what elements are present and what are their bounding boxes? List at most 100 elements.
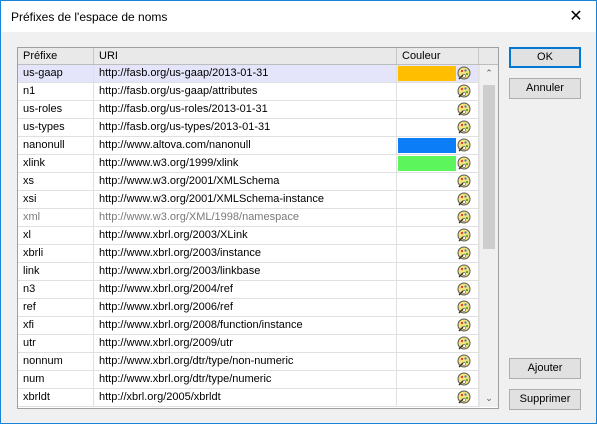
color-picker-icon[interactable] — [457, 300, 472, 315]
uri-cell[interactable]: http://www.xbrl.org/dtr/type/non-numeric — [94, 353, 397, 370]
color-cell[interactable] — [397, 245, 479, 262]
color-picker-icon[interactable] — [457, 372, 472, 387]
cancel-button[interactable]: Annuler — [509, 78, 581, 99]
color-cell[interactable] — [397, 65, 479, 82]
prefix-cell[interactable]: us-types — [18, 119, 94, 136]
color-picker-icon[interactable] — [457, 210, 472, 225]
table-row[interactable]: xlink http://www.w3.org/1999/xlink — [18, 155, 479, 173]
color-picker-icon[interactable] — [457, 102, 472, 117]
uri-cell[interactable]: http://www.xbrl.org/2003/XLink — [94, 227, 397, 244]
color-picker-icon[interactable] — [457, 246, 472, 261]
prefix-cell[interactable]: xs — [18, 173, 94, 190]
color-picker-icon[interactable] — [457, 390, 472, 405]
table-row[interactable]: nonnum http://www.xbrl.org/dtr/type/non-n… — [18, 353, 479, 371]
scrollbar-thumb[interactable] — [483, 85, 495, 249]
table-row[interactable]: xml http://www.w3.org/XML/1998/namespace — [18, 209, 479, 227]
table-row[interactable]: n1 http://fasb.org/us-gaap/attributes — [18, 83, 479, 101]
color-picker-icon[interactable] — [457, 84, 472, 99]
uri-cell[interactable]: http://fasb.org/us-roles/2013-01-31 — [94, 101, 397, 118]
uri-cell[interactable]: http://www.xbrl.org/2004/ref — [94, 281, 397, 298]
prefix-cell[interactable]: us-roles — [18, 101, 94, 118]
color-cell[interactable] — [397, 335, 479, 352]
prefix-cell[interactable]: xfi — [18, 317, 94, 334]
uri-cell[interactable]: http://www.xbrl.org/2003/instance — [94, 245, 397, 262]
column-header-prefix[interactable]: Préfixe — [18, 48, 94, 64]
color-picker-icon[interactable] — [457, 354, 472, 369]
table-row[interactable]: us-roles http://fasb.org/us-roles/2013-01… — [18, 101, 479, 119]
color-cell[interactable] — [397, 155, 479, 172]
uri-cell[interactable]: http://xbrl.org/2005/xbrldt — [94, 389, 397, 406]
prefix-cell[interactable]: num — [18, 371, 94, 388]
color-cell[interactable] — [397, 389, 479, 406]
vertical-scrollbar[interactable]: ⌃ ⌄ — [479, 65, 498, 407]
table-row[interactable]: num http://www.xbrl.org/dtr/type/numeric — [18, 371, 479, 389]
uri-cell[interactable]: http://www.xbrl.org/2006/ref — [94, 299, 397, 316]
color-cell[interactable] — [397, 137, 479, 154]
prefix-cell[interactable]: n3 — [18, 281, 94, 298]
uri-cell[interactable]: http://www.xbrl.org/2009/utr — [94, 335, 397, 352]
table-row[interactable]: xl http://www.xbrl.org/2003/XLink — [18, 227, 479, 245]
color-picker-icon[interactable] — [457, 282, 472, 297]
table-row[interactable]: n3 http://www.xbrl.org/2004/ref — [18, 281, 479, 299]
uri-cell[interactable]: http://www.w3.org/1999/xlink — [94, 155, 397, 172]
prefix-cell[interactable]: xml — [18, 209, 94, 226]
table-row[interactable]: xbrldt http://xbrl.org/2005/xbrldt — [18, 389, 479, 407]
prefix-cell[interactable]: xsi — [18, 191, 94, 208]
table-row[interactable]: xbrli http://www.xbrl.org/2003/instance — [18, 245, 479, 263]
prefix-cell[interactable]: xbrldt — [18, 389, 94, 406]
prefix-cell[interactable]: xlink — [18, 155, 94, 172]
uri-cell[interactable]: http://fasb.org/us-gaap/attributes — [94, 83, 397, 100]
table-row[interactable]: xs http://www.w3.org/2001/XMLSchema — [18, 173, 479, 191]
color-cell[interactable] — [397, 299, 479, 316]
color-picker-icon[interactable] — [457, 228, 472, 243]
prefix-cell[interactable]: nonnum — [18, 353, 94, 370]
color-cell[interactable] — [397, 317, 479, 334]
color-cell[interactable] — [397, 191, 479, 208]
table-row[interactable]: link http://www.xbrl.org/2003/linkbase — [18, 263, 479, 281]
color-cell[interactable] — [397, 227, 479, 244]
uri-cell[interactable]: http://www.w3.org/2001/XMLSchema — [94, 173, 397, 190]
table-row[interactable]: us-types http://fasb.org/us-types/2013-01… — [18, 119, 479, 137]
prefix-cell[interactable]: us-gaap — [18, 65, 94, 82]
prefix-cell[interactable]: xbrli — [18, 245, 94, 262]
close-icon[interactable]: ✕ — [566, 7, 586, 27]
uri-cell[interactable]: http://www.w3.org/XML/1998/namespace — [94, 209, 397, 226]
prefix-cell[interactable]: utr — [18, 335, 94, 352]
color-cell[interactable] — [397, 101, 479, 118]
table-row[interactable]: us-gaap http://fasb.org/us-gaap/2013-01-3… — [18, 65, 479, 83]
chevron-down-icon[interactable]: ⌄ — [480, 390, 498, 407]
prefix-cell[interactable]: link — [18, 263, 94, 280]
uri-cell[interactable]: http://www.xbrl.org/2008/function/instan… — [94, 317, 397, 334]
color-picker-icon[interactable] — [457, 318, 472, 333]
uri-cell[interactable]: http://www.xbrl.org/2003/linkbase — [94, 263, 397, 280]
add-button[interactable]: Ajouter — [509, 358, 581, 379]
color-cell[interactable] — [397, 281, 479, 298]
color-cell[interactable] — [397, 83, 479, 100]
color-picker-icon[interactable] — [457, 264, 472, 279]
color-cell[interactable] — [397, 353, 479, 370]
color-cell[interactable] — [397, 209, 479, 226]
uri-cell[interactable]: http://www.w3.org/2001/XMLSchema-instanc… — [94, 191, 397, 208]
delete-button[interactable]: Supprimer — [509, 389, 581, 410]
column-header-uri[interactable]: URI — [94, 48, 397, 64]
table-row[interactable]: xsi http://www.w3.org/2001/XMLSchema-inst… — [18, 191, 479, 209]
uri-cell[interactable]: http://fasb.org/us-types/2013-01-31 — [94, 119, 397, 136]
table-row[interactable]: ref http://www.xbrl.org/2006/ref — [18, 299, 479, 317]
ok-button[interactable]: OK — [509, 47, 581, 68]
prefix-cell[interactable]: xl — [18, 227, 94, 244]
uri-cell[interactable]: http://www.altova.com/nanonull — [94, 137, 397, 154]
uri-cell[interactable]: http://fasb.org/us-gaap/2013-01-31 — [94, 65, 397, 82]
color-cell[interactable] — [397, 263, 479, 280]
color-cell[interactable] — [397, 371, 479, 388]
color-cell[interactable] — [397, 173, 479, 190]
color-picker-icon[interactable] — [457, 156, 472, 171]
color-picker-icon[interactable] — [457, 192, 472, 207]
color-picker-icon[interactable] — [457, 138, 472, 153]
table-row[interactable]: nanonull http://www.altova.com/nanonull — [18, 137, 479, 155]
color-picker-icon[interactable] — [457, 336, 472, 351]
color-picker-icon[interactable] — [457, 120, 472, 135]
color-picker-icon[interactable] — [457, 174, 472, 189]
prefix-cell[interactable]: ref — [18, 299, 94, 316]
chevron-up-icon[interactable]: ⌃ — [480, 65, 498, 82]
table-row[interactable]: utr http://www.xbrl.org/2009/utr — [18, 335, 479, 353]
